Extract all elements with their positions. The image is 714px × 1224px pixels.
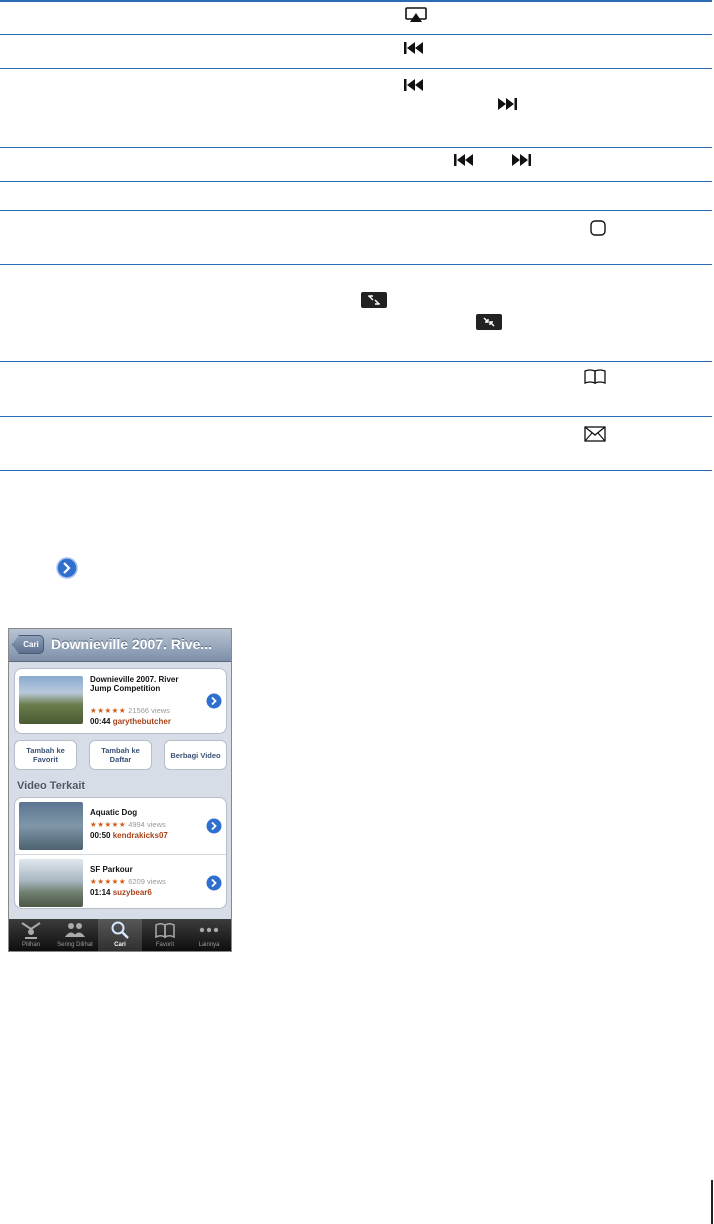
table-rule-top [0,0,712,2]
tab-label: Sering Dilihat [57,942,93,948]
video-duration-author: 00:50 kendrakicks07 [90,831,168,840]
video-duration-author: 00:44 garythebutcher [90,717,171,726]
video-info-card: Downieville 2007. River Jump Competition… [14,668,227,734]
bookmarks-icon [155,921,175,939]
table-rule [0,68,712,69]
page-edge-marker [711,1180,713,1224]
bookmarks-icon [583,368,607,384]
video-thumbnail [19,802,83,850]
airplay-icon [405,7,427,23]
view-count: 4994 views [128,820,166,829]
list-item[interactable]: SF Parkour ★★★★★ 6209 views 01:14 suzybe… [15,854,226,911]
skip-back-icon [404,78,424,92]
table-rule [0,264,712,265]
most-viewed-icon [65,921,85,939]
shrink-fullscreen-icon [476,314,502,330]
video-thumbnail[interactable] [19,676,83,724]
video-title: Downieville 2007. River Jump Competition [90,675,179,693]
tab-more[interactable]: Lainnya [187,919,231,951]
video-duration: 01:14 [90,888,111,897]
more-icon [199,921,219,939]
home-button-icon [589,219,607,237]
tab-search[interactable]: Cari [98,919,142,951]
expand-fullscreen-icon [361,292,387,308]
table-rule [0,470,712,471]
tab-most-viewed[interactable]: Sering Dilihat [53,919,97,951]
video-duration: 00:44 [90,717,111,726]
video-rating: ★★★★★ 6209 views [90,877,166,886]
tab-featured[interactable]: Pilihan [9,919,53,951]
related-videos-heading: Video Terkait [17,780,86,792]
tab-label: Cari [114,942,126,948]
rating-stars: ★★★★★ [90,877,127,886]
video-title: Aquatic Dog [90,808,138,817]
tab-bar: Pilihan Sering Dilihat Cari Favorit Lain… [9,919,231,951]
detail-disclosure-icon [56,557,78,579]
rating-stars: ★★★★★ [90,706,127,715]
add-to-favorites-button[interactable]: Tambah ke Favorit [14,740,77,770]
related-videos-list: Aquatic Dog ★★★★★ 4994 views 00:50 kendr… [14,797,227,909]
skip-back-icon [404,41,424,55]
video-rating: ★★★★★ 21566 views [90,706,170,715]
search-icon [110,921,130,939]
list-item[interactable]: Aquatic Dog ★★★★★ 4994 views 00:50 kendr… [15,798,226,854]
table-rule [0,34,712,35]
featured-icon [21,921,41,939]
view-count: 21566 views [128,706,170,715]
share-video-button[interactable]: Berbagi Video [164,740,227,770]
tab-label: Pilihan [21,942,40,948]
add-to-list-button[interactable]: Tambah ke Daftar [89,740,152,770]
table-rule [0,416,712,417]
video-duration-author: 01:14 suzybear6 [90,888,152,897]
table-rule [0,361,712,362]
detail-disclosure-icon[interactable] [206,693,222,709]
table-rule [0,210,712,211]
navigation-bar: Cari Downieville 2007. Rive... [9,629,231,662]
video-title: SF Parkour [90,865,133,874]
skip-forward-icon [497,97,517,111]
rating-stars: ★★★★★ [90,820,127,829]
video-thumbnail [19,859,83,907]
view-count: 6209 views [128,877,166,886]
nav-title: Downieville 2007. Rive... [51,636,213,652]
video-author: kendrakicks07 [112,831,168,840]
video-author: garythebutcher [112,717,171,726]
iphone-youtube-screenshot: Cari Downieville 2007. Rive... Downievil… [8,628,232,952]
skip-forward-icon [511,153,531,167]
back-button[interactable]: Cari [12,635,44,654]
detail-disclosure-icon[interactable] [206,875,222,891]
table-rule [0,181,712,182]
tab-favorites[interactable]: Favorit [143,919,187,951]
detail-disclosure-icon[interactable] [206,818,222,834]
video-duration: 00:50 [90,831,111,840]
tab-label: Favorit [155,942,175,948]
mail-icon [584,426,606,442]
tab-label: Lainnya [198,942,220,948]
skip-back-icon [454,153,474,167]
video-author: suzybear6 [112,888,152,897]
table-rule [0,147,712,148]
video-rating: ★★★★★ 4994 views [90,820,166,829]
